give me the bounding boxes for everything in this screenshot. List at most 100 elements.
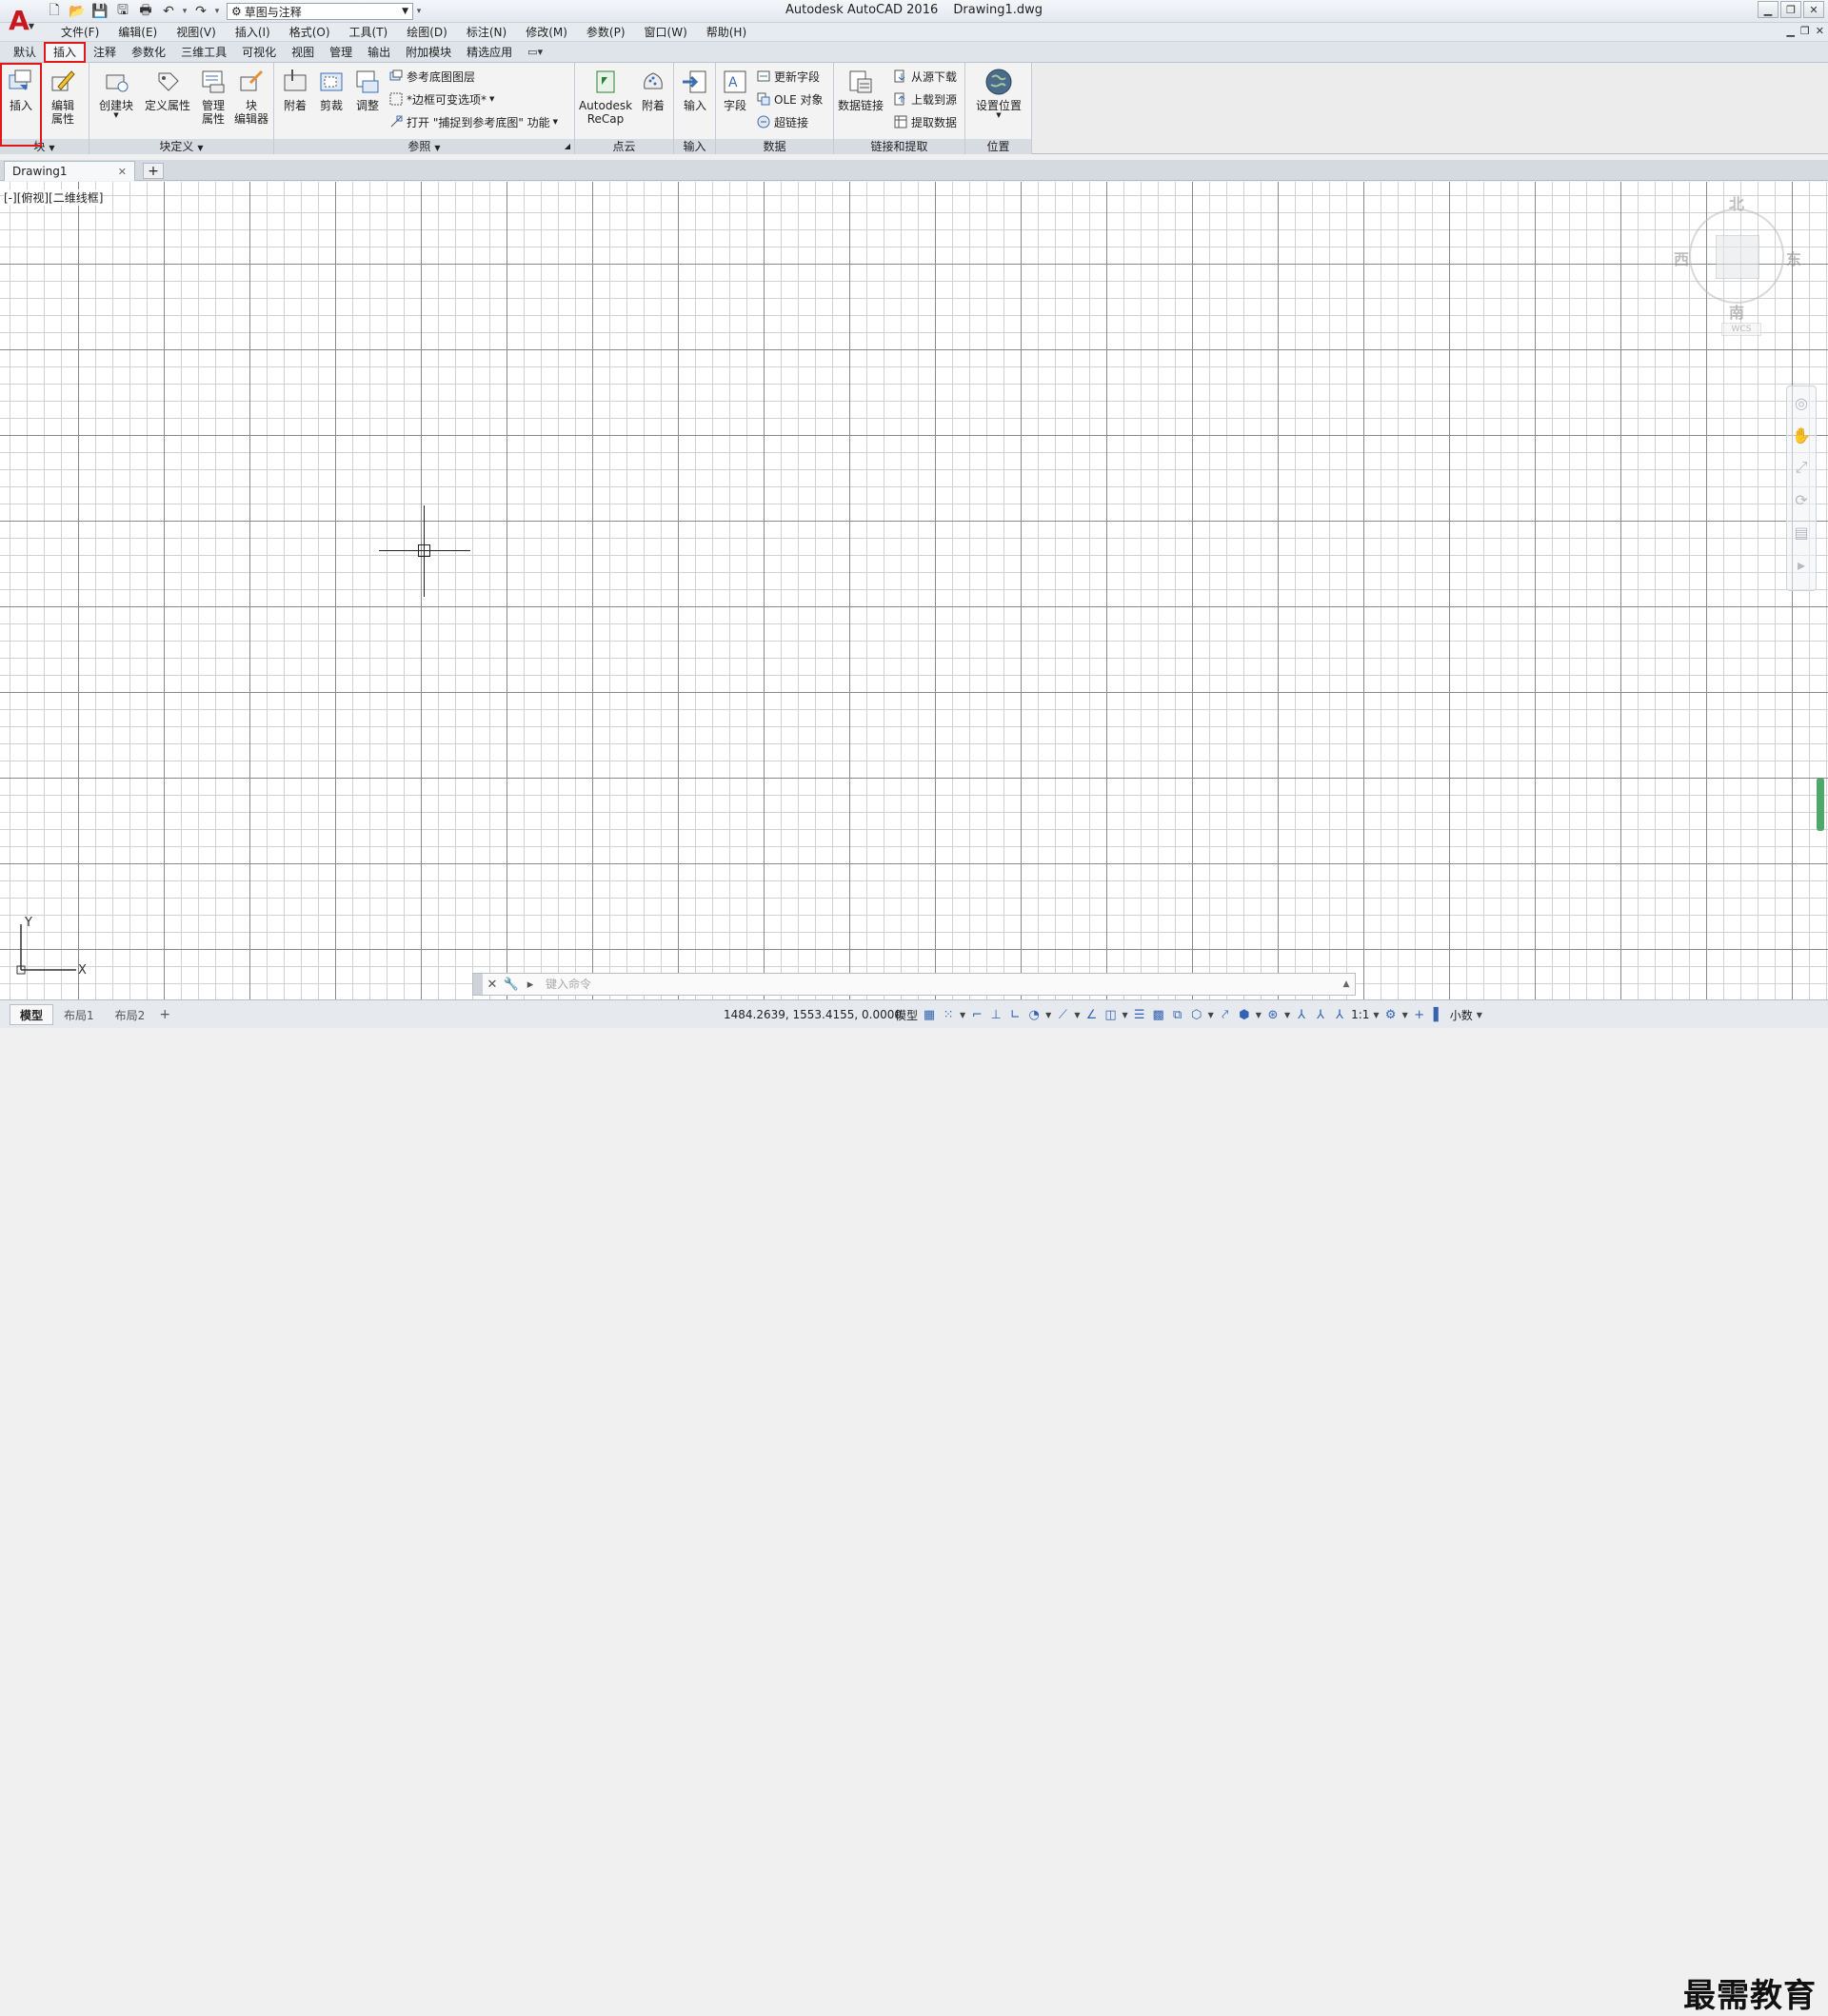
menu-draw[interactable]: 绘图(D): [397, 23, 457, 42]
grid-icon[interactable]: ▦: [920, 1004, 939, 1025]
layout-tab-2[interactable]: 布局2: [105, 1004, 156, 1025]
compass-east[interactable]: 东: [1786, 247, 1801, 269]
tab-3d-tools[interactable]: 三维工具: [173, 42, 234, 63]
command-history-icon[interactable]: ▲: [1338, 979, 1355, 989]
annotation-monitor-icon[interactable]: +: [1410, 1004, 1429, 1025]
viewcube-face[interactable]: [1716, 235, 1759, 279]
undo-icon[interactable]: ↶: [158, 2, 179, 21]
undo-dropdown-icon[interactable]: ▾: [181, 7, 189, 16]
gizmo-dropdown-icon[interactable]: ▼: [1282, 1004, 1292, 1025]
extract-data-button[interactable]: 提取数据: [893, 112, 957, 131]
doc-tab-drawing1[interactable]: Drawing1 ✕: [4, 161, 135, 181]
navbar-menu-icon[interactable]: ▸: [1787, 548, 1816, 581]
snap-mode-icon[interactable]: ⁙: [939, 1004, 958, 1025]
3d-snap-dropdown-icon[interactable]: ▼: [1206, 1004, 1216, 1025]
define-attributes-button[interactable]: 定义属性: [143, 67, 192, 112]
model-space-toggle[interactable]: 模型: [893, 1004, 920, 1025]
tab-featured-apps[interactable]: 精选应用: [459, 42, 520, 63]
panel-title-block[interactable]: 块 ▼: [0, 139, 89, 154]
hyperlink-button[interactable]: 超链接: [756, 112, 808, 131]
maximize-icon[interactable]: ❐: [1780, 1, 1801, 18]
manage-attributes-button[interactable]: 管理 属性: [196, 67, 230, 126]
steering-wheel-icon[interactable]: ◎: [1787, 386, 1816, 419]
dynamic-input-icon[interactable]: ⊥: [986, 1004, 1005, 1025]
selection-filter-icon[interactable]: ⬢: [1235, 1004, 1254, 1025]
import-button[interactable]: 输入: [678, 67, 712, 112]
close-icon[interactable]: ✕: [118, 166, 127, 178]
selection-cycling-icon[interactable]: ⧉: [1168, 1004, 1187, 1025]
compass-south[interactable]: 南: [1729, 300, 1744, 323]
polar-dropdown-icon[interactable]: ▼: [1043, 1004, 1053, 1025]
recent-commands-icon[interactable]: ▸: [521, 974, 540, 995]
upload-to-source-button[interactable]: 上载到源: [893, 89, 957, 109]
menu-format[interactable]: 格式(O): [280, 23, 340, 42]
coordinates-readout[interactable]: 1484.2639, 1553.4155, 0.0000: [724, 1000, 902, 1029]
tab-default[interactable]: 默认: [6, 42, 44, 63]
attach-point-cloud-button[interactable]: 附着: [636, 67, 670, 112]
dynamic-ucs-icon[interactable]: ⤤: [1216, 1004, 1235, 1025]
workspace-select[interactable]: ⚙ 草图与注释 ▼: [227, 3, 413, 20]
new-drawing-button[interactable]: +: [143, 163, 164, 179]
wcs-menu[interactable]: WCS: [1721, 323, 1761, 336]
isometric-drafting-icon[interactable]: ⟋: [1053, 1004, 1072, 1025]
tab-manage[interactable]: 管理: [322, 42, 360, 63]
menu-view[interactable]: 视图(V): [167, 23, 226, 42]
workspace-dropdown-icon[interactable]: ▼: [1401, 1004, 1410, 1025]
infer-constraints-icon[interactable]: ⌐: [967, 1004, 986, 1025]
tab-visualize[interactable]: 可视化: [234, 42, 284, 63]
tab-insert[interactable]: 插入: [44, 42, 87, 63]
transparency-icon[interactable]: ▩: [1149, 1004, 1168, 1025]
show-motion-icon[interactable]: ▤: [1787, 516, 1816, 548]
auto-scale-icon[interactable]: ⅄: [1311, 1004, 1330, 1025]
tab-annotate[interactable]: 注释: [86, 42, 124, 63]
qat-customize-icon[interactable]: ▾: [415, 7, 423, 16]
new-file-icon[interactable]: 🗋: [44, 2, 65, 21]
menu-modify[interactable]: 修改(M): [516, 23, 577, 42]
attach-reference-button[interactable]: 附着: [278, 67, 312, 112]
menu-file[interactable]: 文件(F): [51, 23, 109, 42]
snap-to-underlay-dropdown[interactable]: 打开 "捕捉到参考底图" 功能 ▼: [388, 112, 558, 131]
3d-object-snap-icon[interactable]: ⬡: [1187, 1004, 1206, 1025]
compass-north[interactable]: 北: [1729, 191, 1744, 214]
update-fields-button[interactable]: 更新字段: [756, 67, 820, 86]
add-layout-button[interactable]: +: [155, 1004, 174, 1025]
menu-parametric[interactable]: 参数(P): [577, 23, 635, 42]
viewcube[interactable]: 北 南 西 东 WCS: [1668, 191, 1801, 336]
tab-output[interactable]: 输出: [360, 42, 398, 63]
set-location-button[interactable]: 设置位置 ▼: [969, 67, 1028, 119]
print-icon[interactable]: 🖶: [135, 2, 156, 21]
menu-insert[interactable]: 插入(I): [226, 23, 280, 42]
application-menu-button[interactable]: A ▼: [0, 0, 38, 40]
object-snap-tracking-icon[interactable]: ∠: [1082, 1004, 1101, 1025]
annotation-scale-icon[interactable]: ⅄: [1330, 1004, 1349, 1025]
close-icon[interactable]: ✕: [1803, 1, 1824, 18]
ortho-mode-icon[interactable]: ∟: [1005, 1004, 1024, 1025]
data-link-button[interactable]: 数据链接: [836, 67, 885, 112]
menu-help[interactable]: 帮助(H): [697, 23, 756, 42]
tab-parametric[interactable]: 参数化: [124, 42, 173, 63]
lineweight-icon[interactable]: ☰: [1130, 1004, 1149, 1025]
field-button[interactable]: A 字段: [718, 67, 752, 112]
edit-attributes-button[interactable]: 编辑 属性: [44, 67, 82, 126]
compass-west[interactable]: 西: [1674, 247, 1689, 269]
save-as-icon[interactable]: 🖫: [112, 2, 133, 21]
clip-button[interactable]: 剪裁: [314, 67, 348, 112]
ole-object-button[interactable]: OLE 对象: [756, 89, 824, 109]
drawing-area[interactable]: [-][俯视][二维线框] 北 南 西 东 WCS ◎ ✋ ⤢ ⟳ ▤ ▸ Y …: [0, 182, 1828, 999]
units-dropdown-icon[interactable]: ▼: [1475, 1004, 1484, 1025]
layout-tab-model[interactable]: 模型: [10, 1004, 54, 1025]
object-snap-dropdown-icon[interactable]: ▼: [1120, 1004, 1129, 1025]
isometric-dropdown-icon[interactable]: ▼: [1072, 1004, 1082, 1025]
adjust-button[interactable]: 调整: [350, 67, 385, 112]
annotation-visibility-icon[interactable]: ⅄: [1292, 1004, 1311, 1025]
menu-dimension[interactable]: 标注(N): [457, 23, 516, 42]
menu-tools[interactable]: 工具(T): [340, 23, 398, 42]
tab-addins[interactable]: 附加模块: [398, 42, 459, 63]
doc-restore-icon[interactable]: ❐: [1800, 25, 1810, 37]
orbit-icon[interactable]: ⟳: [1787, 484, 1816, 516]
download-from-source-button[interactable]: 从源下载: [893, 67, 957, 86]
doc-close-icon[interactable]: ✕: [1816, 25, 1824, 37]
tab-view[interactable]: 视图: [284, 42, 322, 63]
wrench-icon[interactable]: 🔧: [502, 974, 521, 995]
gizmo-icon[interactable]: ⊛: [1263, 1004, 1282, 1025]
